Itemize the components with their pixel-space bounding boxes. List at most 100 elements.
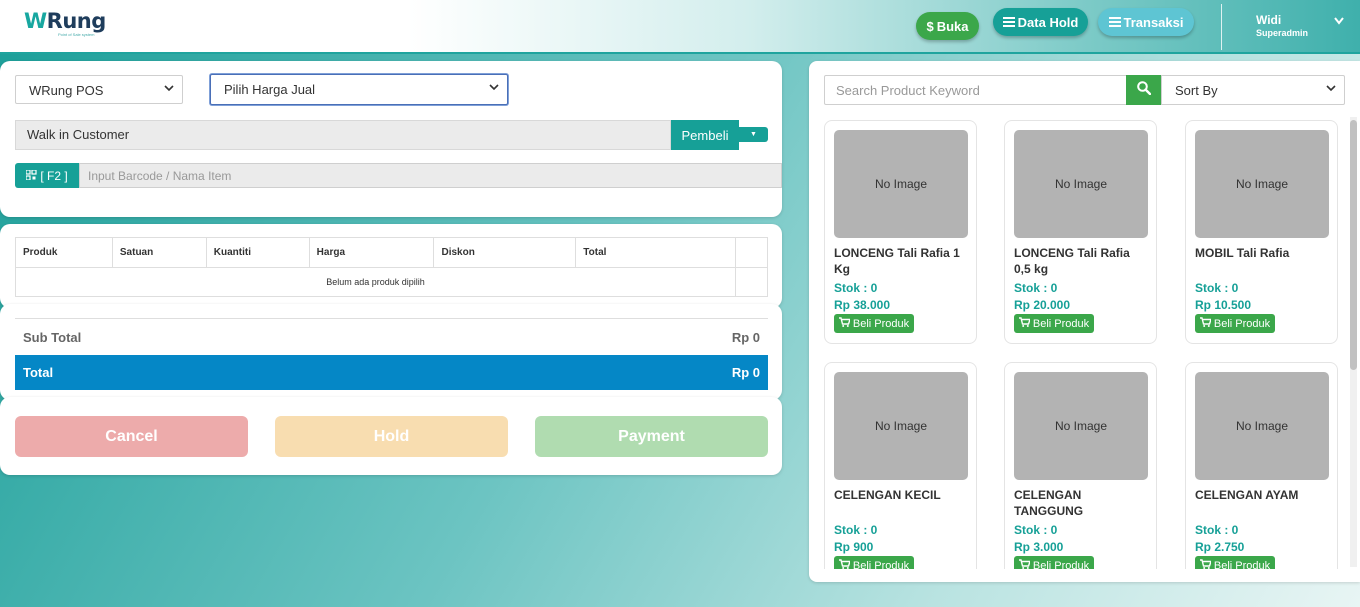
transaksi-button[interactable]: Transaksi — [1098, 8, 1194, 36]
beli-produk-button[interactable]: Beli Produk — [1195, 556, 1275, 569]
product-price: Rp 20.000 — [1014, 298, 1071, 312]
product-image-placeholder: No Image — [1014, 372, 1148, 480]
beli-produk-label: Beli Produk — [1213, 559, 1271, 570]
logo-mark: W — [24, 9, 47, 33]
product-card[interactable]: No Image MOBIL Tali Rafia Stok : 0 Rp 10… — [1185, 120, 1338, 344]
product-image-placeholder: No Image — [834, 372, 968, 480]
cart-icon — [1199, 559, 1212, 569]
product-stock: Stok : 0 — [1014, 523, 1058, 537]
list-icon — [1002, 15, 1015, 30]
beli-produk-label: Beli Produk — [1032, 559, 1090, 570]
product-name: CELENGAN TANGGUNG — [1014, 488, 1084, 518]
search-placeholder: Search Product Keyword — [836, 83, 980, 98]
subtotal-label: Sub Total — [23, 330, 82, 345]
beli-produk-button[interactable]: Beli Produk — [1195, 314, 1275, 333]
beli-produk-button[interactable]: Beli Produk — [1014, 556, 1094, 569]
cart-icon — [838, 317, 851, 330]
product-name: LONCENG Tali Rafia 1 Kg — [834, 246, 960, 276]
empty-table-message: Belum ada produk dipilih — [15, 267, 736, 297]
user-name: Widi — [1256, 13, 1282, 27]
chevron-down-icon — [489, 83, 499, 94]
search-button[interactable] — [1126, 75, 1161, 105]
customer-value: Walk in Customer — [27, 127, 130, 142]
product-image-placeholder: No Image — [834, 130, 968, 238]
product-name: MOBIL Tali Rafia — [1195, 246, 1290, 260]
outlet-select[interactable]: WRung POS — [15, 75, 183, 104]
table-header-row: Produk Satuan Kuantiti Harga Diskon Tota… — [15, 237, 768, 268]
payment-button[interactable]: Payment — [535, 416, 768, 457]
product-catalog-panel: Search Product Keyword Sort By No Image … — [809, 61, 1360, 582]
scrollbar-thumb[interactable] — [1350, 120, 1357, 370]
product-stock: Stok : 0 — [1195, 523, 1239, 537]
column-header: Harga — [308, 237, 435, 268]
catalog-scrollbar[interactable] — [1350, 117, 1357, 567]
table-row: Belum ada produk dipilih — [15, 267, 768, 297]
f2-label: [ F2 ] — [40, 168, 68, 183]
beli-produk-label: Beli Produk — [1032, 317, 1090, 330]
buka-button[interactable]: $ Buka — [916, 12, 979, 40]
product-stock: Stok : 0 — [1014, 281, 1058, 295]
product-price: Rp 3.000 — [1014, 540, 1064, 554]
barcode-scan-button[interactable]: [ F2 ] — [15, 163, 79, 188]
product-card[interactable]: No Image LONCENG Tali Rafia 1 Kg Stok : … — [824, 120, 977, 344]
column-header: Diskon — [433, 237, 577, 268]
cart-icon — [1018, 317, 1031, 330]
chevron-down-icon — [164, 84, 174, 95]
product-card[interactable]: No Image LONCENG Tali Rafia 0,5 kg Stok … — [1004, 120, 1157, 344]
cart-panel: Produk Satuan Kuantiti Harga Diskon Tota… — [0, 224, 782, 308]
top-bar: WRung Point of Sale system $ Buka Data H… — [0, 0, 1360, 54]
beli-produk-button[interactable]: Beli Produk — [834, 314, 914, 333]
table-cell — [735, 267, 768, 297]
cart-icon — [1199, 317, 1212, 330]
product-card[interactable]: No Image CELENGAN KECIL Stok : 0 Rp 900 … — [824, 362, 977, 569]
total-row: Total Rp 0 — [15, 355, 768, 390]
total-value: Rp 0 — [731, 365, 760, 380]
product-image-placeholder: No Image — [1195, 130, 1329, 238]
user-menu[interactable]: Widi Superadmin — [1256, 13, 1308, 38]
user-role: Superadmin — [1256, 28, 1309, 38]
buka-label: Buka — [936, 18, 969, 34]
column-header: Kuantiti — [205, 237, 310, 268]
transaksi-label: Transaksi — [1123, 14, 1184, 30]
total-label: Total — [23, 365, 54, 380]
barcode-input[interactable]: Input Barcode / Nama Item — [79, 163, 782, 188]
chevron-down-icon[interactable] — [1334, 17, 1344, 28]
pembeli-label: Pembeli — [681, 127, 729, 143]
search-icon — [1136, 80, 1151, 100]
beli-produk-button[interactable]: Beli Produk — [834, 556, 914, 569]
cart-table: Produk Satuan Kuantiti Harga Diskon Tota… — [15, 237, 768, 297]
sort-select-value: Sort By — [1175, 83, 1218, 98]
column-header: Produk — [15, 237, 113, 268]
product-name: CELENGAN KECIL — [834, 488, 941, 502]
hold-button[interactable]: Hold — [275, 416, 508, 457]
product-stock: Stok : 0 — [834, 523, 878, 537]
logo-tagline: Point of Sale system — [58, 32, 95, 37]
logo-text: Rung — [46, 9, 107, 33]
cart-icon — [1018, 559, 1031, 569]
product-search-input[interactable]: Search Product Keyword — [824, 75, 1127, 105]
chevron-down-icon — [1326, 84, 1336, 95]
product-price: Rp 10.500 — [1195, 298, 1252, 312]
barcode-icon — [25, 168, 37, 183]
product-card[interactable]: No Image CELENGAN AYAM Stok : 0 Rp 2.750… — [1185, 362, 1338, 569]
app-logo[interactable]: WRung Point of Sale system — [24, 9, 106, 39]
product-price: Rp 900 — [834, 540, 874, 554]
product-grid: No Image LONCENG Tali Rafia 1 Kg Stok : … — [809, 115, 1349, 569]
product-name: LONCENG Tali Rafia 0,5 kg — [1014, 246, 1130, 276]
data-hold-button[interactable]: Data Hold — [993, 8, 1088, 36]
product-card[interactable]: No Image CELENGAN TANGGUNG Stok : 0 Rp 3… — [1004, 362, 1157, 569]
cancel-button[interactable]: Cancel — [15, 416, 248, 457]
product-price: Rp 38.000 — [834, 298, 891, 312]
header-divider — [1221, 4, 1222, 50]
dollar-icon: $ — [926, 18, 934, 34]
harga-jual-select[interactable]: Pilih Harga Jual — [210, 74, 508, 105]
beli-produk-label: Beli Produk — [1213, 317, 1271, 330]
beli-produk-button[interactable]: Beli Produk — [1014, 314, 1094, 333]
subtotal-value: Rp 0 — [731, 330, 760, 345]
sort-select[interactable]: Sort By — [1161, 75, 1345, 105]
beli-produk-label: Beli Produk — [852, 559, 910, 570]
pembeli-button[interactable]: Pembeli — [671, 120, 739, 150]
totals-panel: Sub Total Rp 0 Total Rp 0 — [0, 304, 782, 400]
pembeli-dropdown-toggle[interactable]: ▼ — [739, 127, 768, 142]
customer-field[interactable]: Walk in Customer — [15, 120, 671, 150]
